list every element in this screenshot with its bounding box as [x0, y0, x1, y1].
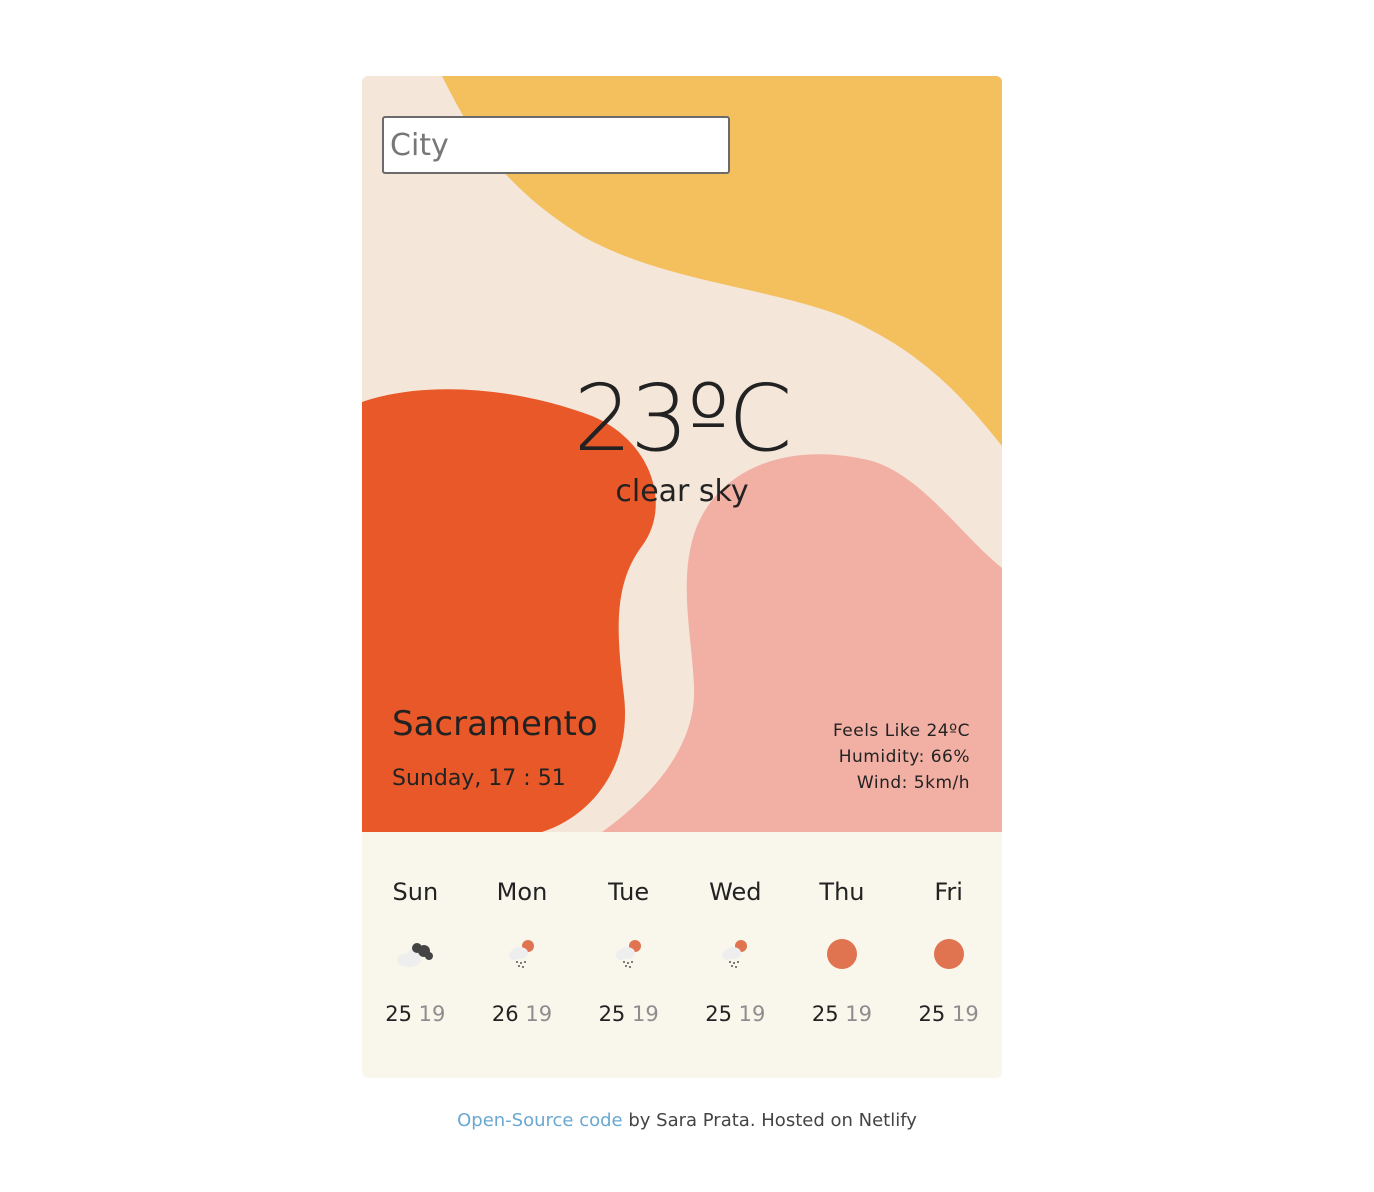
current-temperature: 23ºC — [573, 365, 793, 472]
max-temp: 25 — [385, 1002, 412, 1026]
weather-card: 23ºC clear sky Sacramento Sunday, 17 : 5… — [362, 76, 1002, 1078]
forecast-temps: 25 19 — [895, 1002, 1002, 1026]
forecast-temps: 25 19 — [789, 1002, 896, 1026]
forecast-day-name: Wed — [709, 878, 762, 906]
city-search-input[interactable] — [382, 116, 730, 174]
forecast-day-name: Sun — [392, 878, 439, 906]
forecast-temps: 25 19 — [362, 1002, 469, 1026]
wind: Wind: 5km/h — [856, 773, 970, 793]
current-weather-panel: 23ºC clear sky Sacramento Sunday, 17 : 5… — [362, 76, 1002, 832]
forecast-day: Mon 26 19 — [469, 832, 576, 1078]
date-time: Sunday, 17 : 51 — [392, 766, 566, 791]
forecast-day: Tue 25 19 — [575, 832, 682, 1078]
forecast-day-name: Tue — [608, 878, 650, 906]
humidity: Humidity: 66% — [838, 747, 970, 767]
sun-icon — [826, 939, 857, 969]
forecast-temps: 25 19 — [682, 1002, 789, 1026]
weather-details: Feels Like 24ºC Humidity: 66% Wind: 5km/… — [833, 718, 970, 796]
max-temp: 25 — [598, 1002, 626, 1026]
forecast-day: Wed 25 19 — [682, 832, 789, 1078]
weather-description: clear sky — [615, 474, 749, 509]
min-temp: 19 — [525, 1002, 553, 1026]
forecast-day-name: Thu — [819, 878, 865, 906]
forecast-day-name: Fri — [934, 878, 963, 906]
broken-clouds-icon — [397, 943, 434, 967]
open-source-code-link[interactable]: Open-Source code — [457, 1110, 623, 1131]
max-temp: 25 — [705, 1002, 732, 1026]
forecast-day: Thu 25 19 — [789, 832, 896, 1078]
min-temp: 19 — [738, 1002, 766, 1026]
max-temp: 26 — [491, 1002, 519, 1026]
forecast-temps: 25 19 — [575, 1002, 682, 1026]
min-temp: 19 — [631, 1002, 659, 1026]
sun-icon — [933, 939, 964, 969]
min-temp: 19 — [845, 1002, 873, 1026]
forecast-day-name: Mon — [496, 878, 548, 906]
forecast-row: Sun 25 19 Mon 26 19 Tue 25 19 Wed 25 19 … — [362, 832, 1002, 1078]
max-temp: 25 — [811, 1002, 839, 1026]
min-temp: 19 — [951, 1002, 979, 1026]
city-name: Sacramento — [392, 704, 598, 744]
rain-icon — [508, 940, 534, 968]
rain-icon — [722, 940, 748, 968]
min-temp: 19 — [418, 1002, 446, 1026]
rain-icon — [615, 940, 641, 968]
forecast-temps: 26 19 — [469, 1002, 576, 1026]
forecast-day: Sun 25 19 — [362, 832, 469, 1078]
footer-credit: by Sara Prata. Hosted on Netlify — [622, 1110, 917, 1131]
footer: Open-Source code by Sara Prata. Hosted o… — [0, 1110, 1374, 1131]
max-temp: 25 — [918, 1002, 946, 1026]
feels-like: Feels Like 24ºC — [832, 721, 970, 741]
forecast-day: Fri 25 19 — [895, 832, 1002, 1078]
